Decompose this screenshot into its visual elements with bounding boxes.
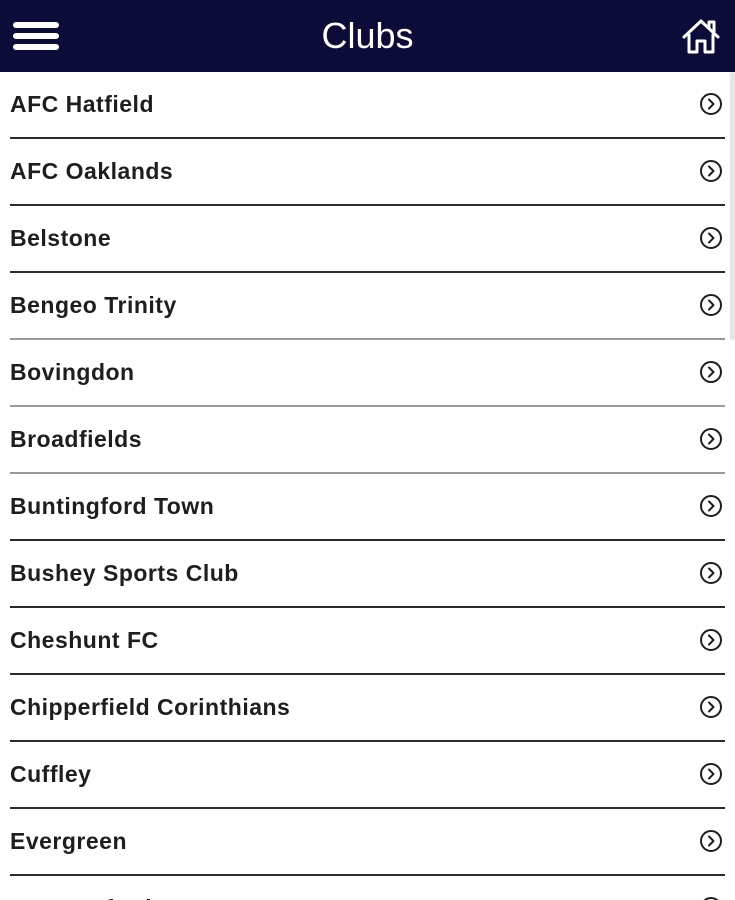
chevron-right-circle-icon <box>699 360 723 384</box>
list-item[interactable]: Evergreen <box>10 809 725 876</box>
club-name: AFC Oaklands <box>10 158 174 184</box>
club-name: Cuffley <box>10 761 92 787</box>
chevron-right-circle-icon <box>699 226 723 250</box>
clubs-screen: Clubs AFC Hatfield AFC Oaklands Belstone Be… <box>0 0 735 900</box>
chevron-right-circle-icon <box>699 427 723 451</box>
chevron-right-circle-icon <box>699 695 723 719</box>
club-name: Buntingford Town <box>10 493 215 519</box>
list-item[interactable]: Buntingford Town <box>10 474 725 541</box>
club-name: FC Lonsford <box>10 876 152 900</box>
list-item[interactable]: Bushey Sports Club <box>10 541 725 608</box>
scrollbar[interactable] <box>730 72 735 340</box>
list-item[interactable]: Cheshunt FC <box>10 608 725 675</box>
home-button[interactable] <box>679 14 723 58</box>
list-item[interactable]: Broadfields <box>10 407 725 474</box>
club-name: Chipperfield Corinthians <box>10 694 291 720</box>
chevron-right-circle-icon <box>699 896 723 900</box>
club-name: Bovingdon <box>10 359 135 385</box>
page-title: Clubs <box>321 15 414 56</box>
club-name: Broadfields <box>10 426 143 452</box>
app-header: Clubs <box>0 0 735 72</box>
chevron-right-circle-icon <box>699 628 723 652</box>
list-item[interactable]: Cuffley <box>10 742 725 809</box>
chevron-right-circle-icon <box>699 494 723 518</box>
club-name: Bushey Sports Club <box>10 560 239 586</box>
list-item[interactable]: Bengeo Trinity <box>10 273 725 340</box>
list-item[interactable]: AFC Hatfield <box>10 72 725 139</box>
clubs-list[interactable]: AFC Hatfield AFC Oaklands Belstone Bengeo T… <box>0 72 735 900</box>
list-item[interactable]: Chipperfield Corinthians <box>10 675 725 742</box>
club-name: Bengeo Trinity <box>10 292 177 318</box>
chevron-right-circle-icon <box>699 159 723 183</box>
menu-button[interactable] <box>10 16 62 56</box>
chevron-right-circle-icon <box>699 762 723 786</box>
hamburger-menu-icon <box>13 22 59 50</box>
chevron-right-circle-icon <box>699 829 723 853</box>
list-item[interactable]: Bovingdon <box>10 340 725 407</box>
home-icon <box>682 19 720 54</box>
list-item[interactable]: FC Lonsford <box>10 876 725 900</box>
list-item[interactable]: AFC Oaklands <box>10 139 725 206</box>
club-name: AFC Hatfield <box>10 91 154 117</box>
club-name: Cheshunt FC <box>10 627 159 653</box>
club-name: Evergreen <box>10 828 128 854</box>
chevron-right-circle-icon <box>699 92 723 116</box>
list-item[interactable]: Belstone <box>10 206 725 273</box>
club-name: Belstone <box>10 225 112 251</box>
chevron-right-circle-icon <box>699 293 723 317</box>
chevron-right-circle-icon <box>699 561 723 585</box>
